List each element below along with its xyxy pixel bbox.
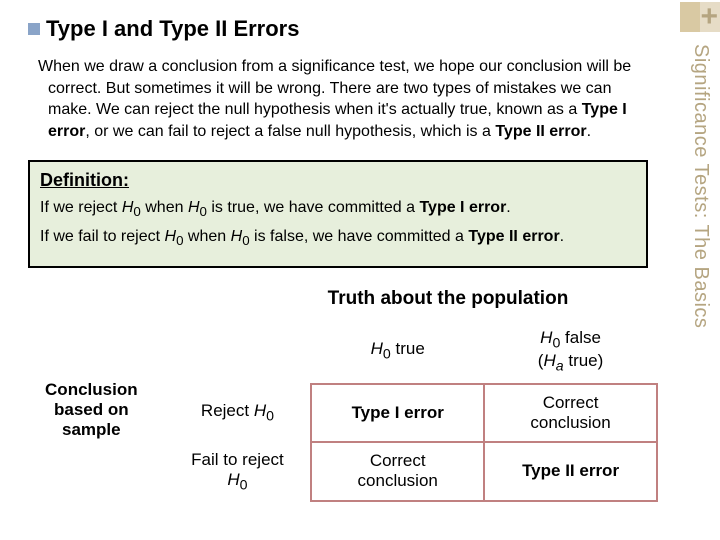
sidebar-label: Significance Tests: The Basics bbox=[689, 44, 712, 328]
plus-icon: + bbox=[700, 2, 718, 32]
col-header-h0-false: H0 false(Ha true) bbox=[484, 320, 657, 384]
cell-type1: Type I error bbox=[311, 384, 484, 442]
main-content: Type I and Type II Errors When we draw a… bbox=[28, 16, 648, 502]
row-label-fail: Fail to rejectH0 bbox=[165, 442, 312, 501]
cell-type2: Type II error bbox=[484, 442, 657, 501]
error-table: Conclusionbased onsample H0 true H0 fals… bbox=[18, 320, 658, 502]
col-header-h0-true: H0 true bbox=[311, 320, 484, 384]
table-top-caption: Truth about the population bbox=[18, 288, 658, 310]
error-table-wrap: Truth about the population Conclusionbas… bbox=[18, 288, 658, 502]
definition-heading: Definition: bbox=[40, 170, 636, 191]
title-row: Type I and Type II Errors bbox=[28, 16, 648, 42]
sidebar: + Significance Tests: The Basics bbox=[672, 0, 720, 540]
definition-line-1: If we reject H0 when H0 is true, we have… bbox=[40, 197, 636, 221]
intro-paragraph: When we draw a conclusion from a signifi… bbox=[38, 56, 648, 142]
cell-correct-1: Correctconclusion bbox=[484, 384, 657, 442]
definition-line-2: If we fail to reject H0 when H0 is false… bbox=[40, 226, 636, 250]
side-caption: Conclusionbased onsample bbox=[18, 320, 165, 501]
cell-correct-2: Correctconclusion bbox=[311, 442, 484, 501]
bullet-icon bbox=[28, 23, 40, 35]
page-title: Type I and Type II Errors bbox=[46, 16, 299, 42]
row-label-reject: Reject H0 bbox=[165, 384, 312, 442]
definition-box: Definition: If we reject H0 when H0 is t… bbox=[28, 160, 648, 267]
